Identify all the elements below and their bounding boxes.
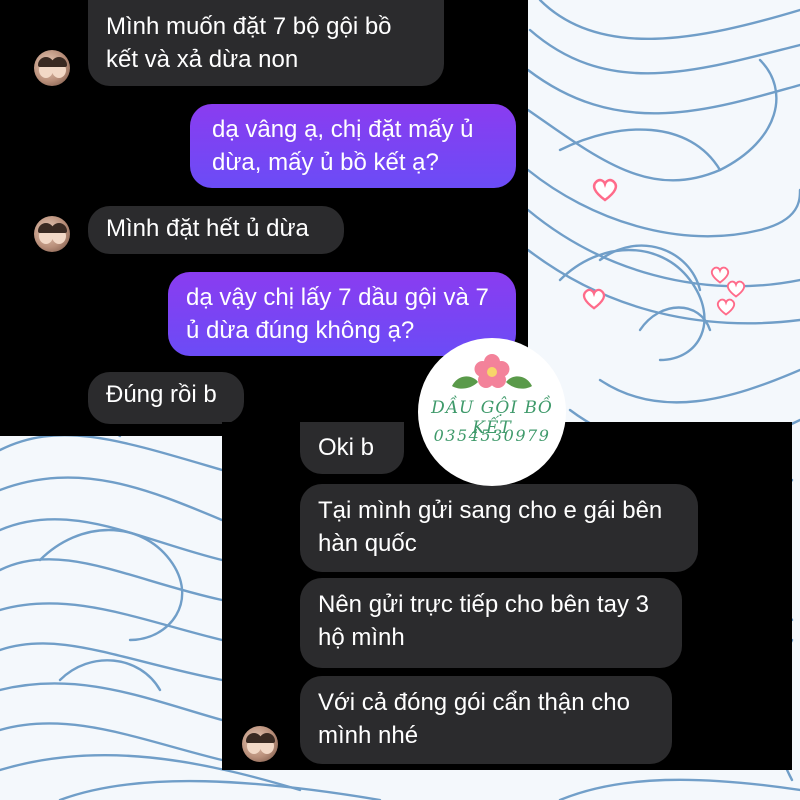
flower-icon bbox=[452, 354, 532, 389]
brand-phone: 0354530979 bbox=[433, 426, 551, 445]
message-bubble: Với cả đóng gói cẩn thận cho mình nhé bbox=[300, 676, 672, 764]
message-bubble: Tại mình gửi sang cho e gái bên hàn quốc bbox=[300, 484, 698, 572]
message-bubble: Nên gửi trực tiếp cho bên tay 3 hộ mình bbox=[300, 578, 682, 668]
brand-logo: DẦU GỘI BỒ KẾT 0354530979 bbox=[420, 340, 564, 484]
message-bubble: dạ vậy chị lấy 7 dầu gội và 7 ủ dừa đúng… bbox=[168, 272, 516, 356]
message-bubble: dạ vâng ạ, chị đặt mấy ủ dừa, mấy ủ bồ k… bbox=[190, 104, 516, 188]
heart-icon bbox=[582, 288, 606, 310]
message-bubble: Đúng rồi b bbox=[88, 372, 244, 424]
message-bubble: Mình đặt hết ủ dừa bbox=[88, 206, 344, 254]
message-bubble: Oki b bbox=[300, 422, 404, 474]
heart-icon bbox=[726, 280, 746, 298]
message-bubble: Mình muốn đặt 7 bộ gội bồ kết và xả dừa … bbox=[88, 0, 444, 86]
heart-icon bbox=[592, 178, 618, 202]
avatar bbox=[242, 726, 278, 762]
avatar bbox=[34, 50, 70, 86]
avatar bbox=[34, 216, 70, 252]
heart-icon bbox=[716, 298, 736, 316]
